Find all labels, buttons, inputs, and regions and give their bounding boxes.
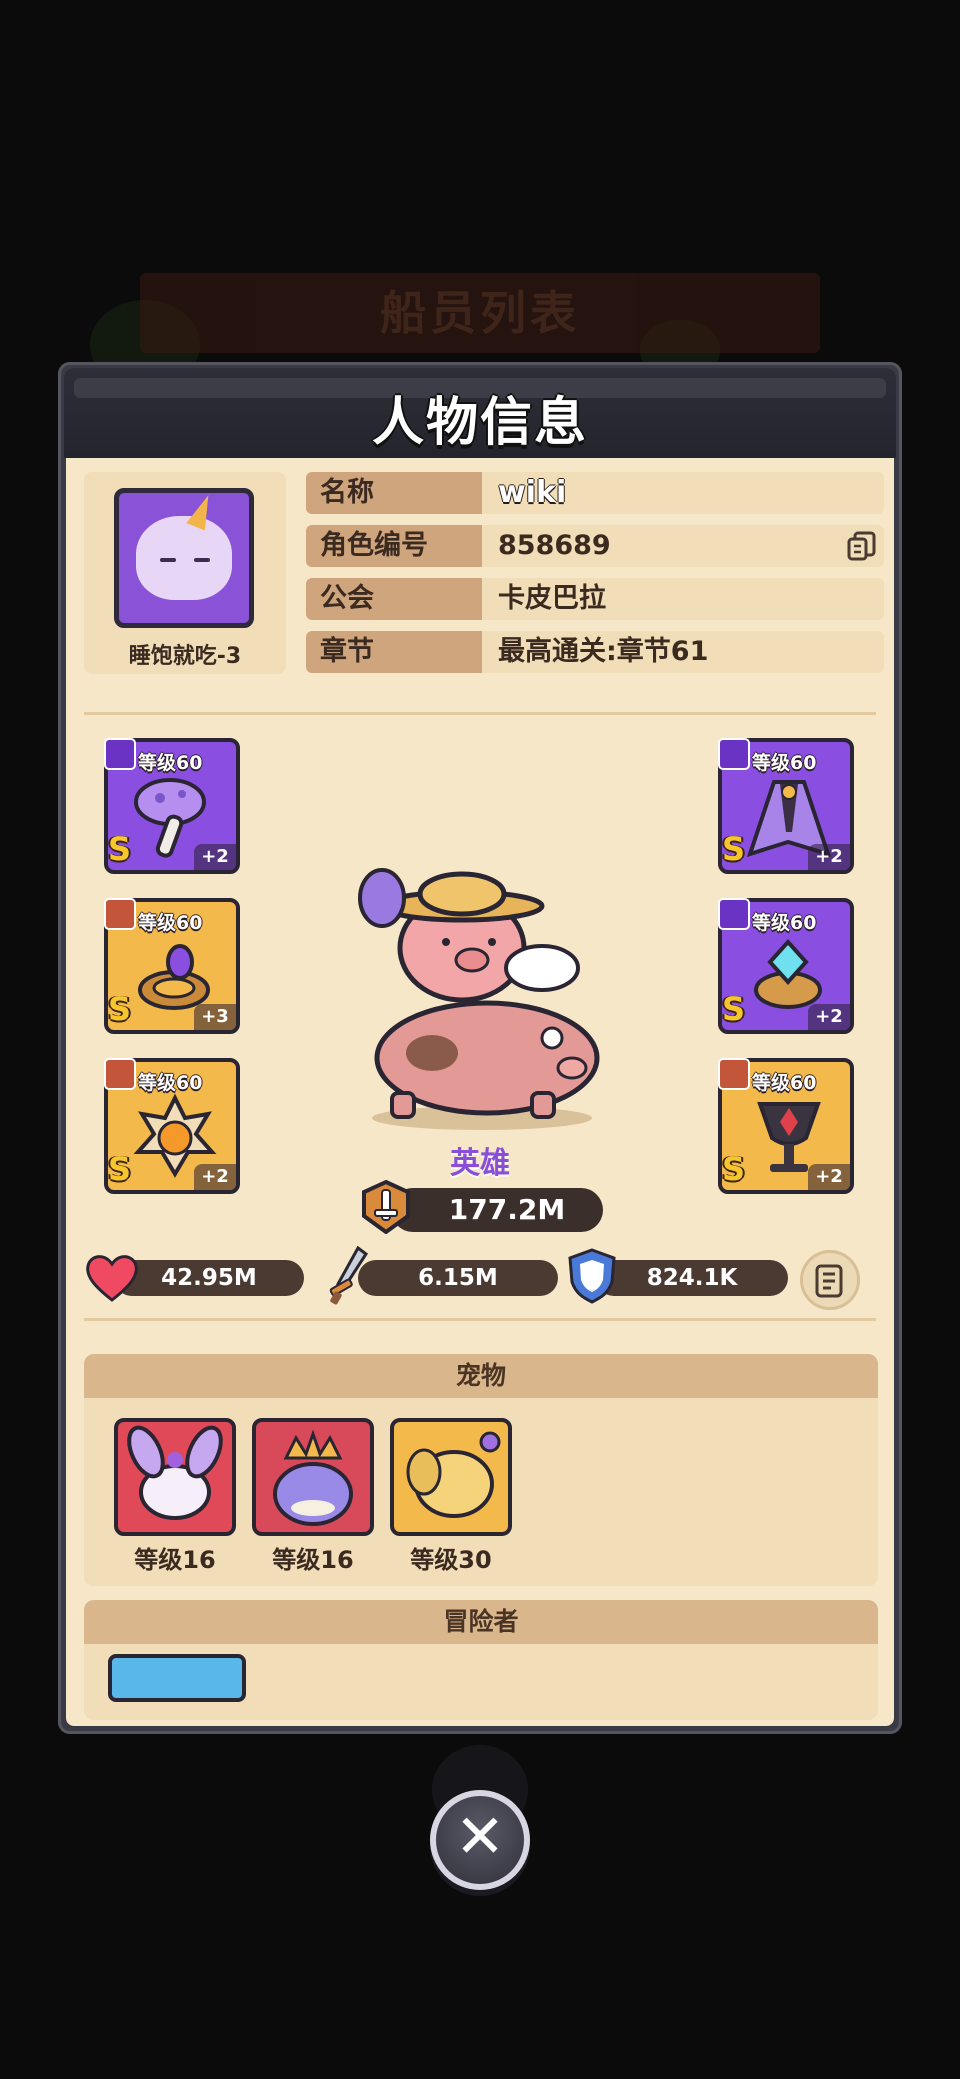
equipment-level: 等级60 bbox=[752, 752, 817, 774]
pet-level: 等级16 bbox=[272, 1546, 354, 1574]
panel-title: 人物信息 bbox=[371, 393, 588, 453]
info-label: 章节 bbox=[306, 631, 482, 673]
pet-card[interactable]: 等级30 bbox=[390, 1418, 512, 1575]
grade-badge: S bbox=[108, 830, 132, 868]
necklace-icon bbox=[718, 1058, 750, 1090]
sword-icon bbox=[104, 738, 136, 770]
combat-power-bar: 177.2M bbox=[391, 1188, 603, 1232]
heart-icon bbox=[86, 1255, 138, 1302]
combat-power-icon bbox=[362, 1180, 410, 1234]
list-icon bbox=[815, 1264, 843, 1298]
shield-icon bbox=[568, 1248, 616, 1304]
enhance-level: +2 bbox=[808, 844, 850, 870]
panel-header: 人物信息 bbox=[64, 368, 896, 458]
grade-badge: S bbox=[722, 990, 746, 1028]
equipment-weapon[interactable]: 等级60 S +2 bbox=[104, 738, 240, 874]
guild-value: 卡皮巴拉 bbox=[482, 578, 884, 620]
equipment-level: 等级60 bbox=[138, 912, 203, 934]
unicorn-slime-icon bbox=[136, 491, 232, 600]
pets-title: 宠物 bbox=[84, 1354, 878, 1398]
ring-icon bbox=[104, 898, 136, 930]
equipment-level: 等级60 bbox=[752, 912, 817, 934]
character-info-panel: 人物信息 睡饱就吃-3 名称 wiki 角色编号 858689 公会 卡皮巴拉 … bbox=[58, 362, 902, 1734]
adventurers-title: 冒险者 bbox=[84, 1600, 878, 1644]
info-row-chapter: 章节 最高通关:章节61 bbox=[306, 631, 884, 673]
hero-character-icon bbox=[358, 868, 600, 1130]
adventurers-section: 冒险者 bbox=[84, 1600, 878, 1720]
king-pet-icon bbox=[252, 1418, 374, 1536]
adventurer-card[interactable] bbox=[108, 1654, 246, 1702]
stat-defense: 824.1K bbox=[566, 1248, 788, 1304]
equipment-level: 等级60 bbox=[752, 1072, 817, 1094]
avatar-box: 睡饱就吃-3 bbox=[84, 472, 286, 674]
info-label: 角色编号 bbox=[306, 525, 482, 567]
avatar-name: 睡饱就吃-3 bbox=[128, 644, 242, 669]
ring-icon bbox=[718, 898, 750, 930]
sword-icon bbox=[329, 1246, 369, 1305]
grade-badge: S bbox=[108, 990, 132, 1028]
chapter-value: 最高通关:章节61 bbox=[482, 631, 884, 673]
attack-value: 6.15M bbox=[358, 1260, 558, 1296]
stat-hp: 42.95M bbox=[84, 1255, 304, 1302]
copy-icon[interactable] bbox=[846, 530, 878, 562]
bunny-pet-icon bbox=[114, 1418, 236, 1536]
close-icon: ✕ bbox=[454, 1802, 506, 1872]
pets-section: 宠物 等级16 等级16 等级30 bbox=[84, 1354, 878, 1586]
info-row-name: 名称 wiki bbox=[306, 472, 884, 514]
defense-value: 824.1K bbox=[596, 1260, 788, 1296]
combat-power-value: 177.2M bbox=[448, 1193, 566, 1226]
enhance-level: +2 bbox=[194, 844, 236, 870]
elephant-pet-icon bbox=[390, 1418, 512, 1536]
stats-detail-button[interactable] bbox=[800, 1250, 860, 1310]
avatar[interactable] bbox=[114, 488, 254, 628]
hero-class-label: 英雄 bbox=[450, 1146, 510, 1181]
necklace-icon bbox=[104, 1058, 136, 1090]
enhance-level: +3 bbox=[194, 1004, 236, 1030]
close-button[interactable]: ✕ bbox=[430, 1790, 530, 1890]
armor-icon bbox=[718, 738, 750, 770]
grade-badge: S bbox=[722, 830, 746, 868]
info-row-role-id: 角色编号 858689 bbox=[306, 525, 884, 567]
pet-level: 等级30 bbox=[410, 1546, 492, 1574]
role-id-value: 858689 bbox=[482, 525, 884, 567]
info-row-guild: 公会 卡皮巴拉 bbox=[306, 578, 884, 620]
info-label: 公会 bbox=[306, 578, 482, 620]
background-title-text: 船员列表 bbox=[380, 286, 580, 340]
panel-body: 睡饱就吃-3 名称 wiki 角色编号 858689 公会 卡皮巴拉 章节 最高… bbox=[66, 458, 894, 1726]
info-label: 名称 bbox=[306, 472, 482, 514]
equipment-level: 等级60 bbox=[138, 1072, 203, 1094]
equipment-ring[interactable]: 等级60 S +3 bbox=[104, 898, 240, 1034]
pet-card[interactable]: 等级16 bbox=[252, 1418, 374, 1575]
hp-value: 42.95M bbox=[114, 1260, 304, 1296]
stat-attack: 6.15M bbox=[328, 1246, 558, 1305]
equipment-armor[interactable]: 等级60 S +2 bbox=[718, 738, 854, 874]
background-crew-list-title: 船员列表 bbox=[140, 273, 820, 353]
player-name: wiki bbox=[482, 472, 884, 514]
divider bbox=[84, 1318, 876, 1321]
equipment-ring-2[interactable]: 等级60 S +2 bbox=[718, 898, 854, 1034]
divider bbox=[84, 712, 876, 715]
pet-level: 等级16 bbox=[134, 1546, 216, 1574]
pet-card[interactable]: 等级16 bbox=[114, 1418, 236, 1575]
enhance-level: +2 bbox=[808, 1004, 850, 1030]
equipment-level: 等级60 bbox=[138, 752, 203, 774]
